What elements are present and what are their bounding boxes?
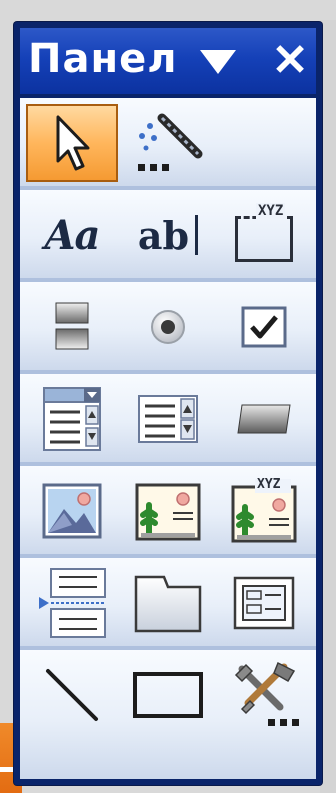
tools-icon xyxy=(228,659,300,731)
tool-label[interactable]: Aa xyxy=(26,196,118,274)
subform-icon xyxy=(233,576,295,630)
tool-control-wizards[interactable] xyxy=(122,104,214,182)
tool-row: XYZ xyxy=(20,466,316,558)
tool-option-group[interactable]: XYZ xyxy=(218,196,310,274)
background-strip xyxy=(320,20,336,793)
tool-row: Aa ab XYZ xyxy=(20,190,316,282)
tool-bound-object-frame[interactable]: XYZ xyxy=(218,472,310,550)
close-icon[interactable]: ✕ xyxy=(268,36,312,86)
textbox-text: ab xyxy=(137,212,190,258)
tool-combo-box[interactable] xyxy=(26,380,118,458)
tool-text-box[interactable]: ab xyxy=(122,196,214,274)
tool-subform[interactable] xyxy=(218,564,310,642)
checkbox-icon xyxy=(240,305,288,349)
tool-page-break[interactable] xyxy=(26,564,118,642)
unbound-object-icon xyxy=(135,481,201,541)
rectangle-icon xyxy=(132,671,204,719)
line-icon xyxy=(42,667,102,723)
tool-check-box[interactable] xyxy=(218,288,310,366)
tools-panel: Aa ab XYZ XYZ xyxy=(20,98,316,779)
command-button-icon xyxy=(236,401,292,437)
tool-unbound-object-frame[interactable] xyxy=(122,472,214,550)
label-icon: Aa xyxy=(44,211,101,259)
bound-object-text: XYZ xyxy=(257,477,281,492)
tool-row xyxy=(20,558,316,650)
tool-command-button[interactable] xyxy=(218,380,310,458)
tool-more-controls[interactable] xyxy=(218,656,310,734)
title-bar[interactable]: Панел ✕ xyxy=(20,28,316,94)
radio-button-icon xyxy=(148,307,188,347)
image-icon xyxy=(42,483,102,539)
list-box-icon xyxy=(137,394,199,444)
dropdown-arrow-icon[interactable] xyxy=(198,48,238,78)
tool-row xyxy=(20,282,316,374)
textbox-icon: ab xyxy=(137,212,199,258)
combo-box-icon xyxy=(42,386,102,452)
tool-row xyxy=(20,374,316,466)
tool-option-button[interactable] xyxy=(122,288,214,366)
page-break-icon xyxy=(37,567,107,639)
bound-object-icon: XYZ xyxy=(231,477,297,543)
tool-row xyxy=(20,98,316,190)
text-caret xyxy=(195,215,199,255)
magic-wand-icon xyxy=(128,108,208,178)
toolbox-window: Панел ✕ Aa ab XYZ XYZ xyxy=(14,22,322,785)
tool-select-objects[interactable] xyxy=(26,104,118,182)
tool-list-box[interactable] xyxy=(122,380,214,458)
tool-rectangle[interactable] xyxy=(122,656,214,734)
option-group-icon: XYZ xyxy=(235,203,293,262)
tool-tab-control[interactable] xyxy=(122,564,214,642)
pointer-icon xyxy=(52,113,92,173)
tool-row xyxy=(20,650,316,779)
tool-line[interactable] xyxy=(26,656,118,734)
tab-control-icon xyxy=(134,573,202,633)
tool-image[interactable] xyxy=(26,472,118,550)
window-title: Панел xyxy=(28,36,178,82)
toggle-button-icon xyxy=(52,299,92,355)
option-group-text: XYZ xyxy=(256,203,286,219)
tool-toggle-button[interactable] xyxy=(26,288,118,366)
